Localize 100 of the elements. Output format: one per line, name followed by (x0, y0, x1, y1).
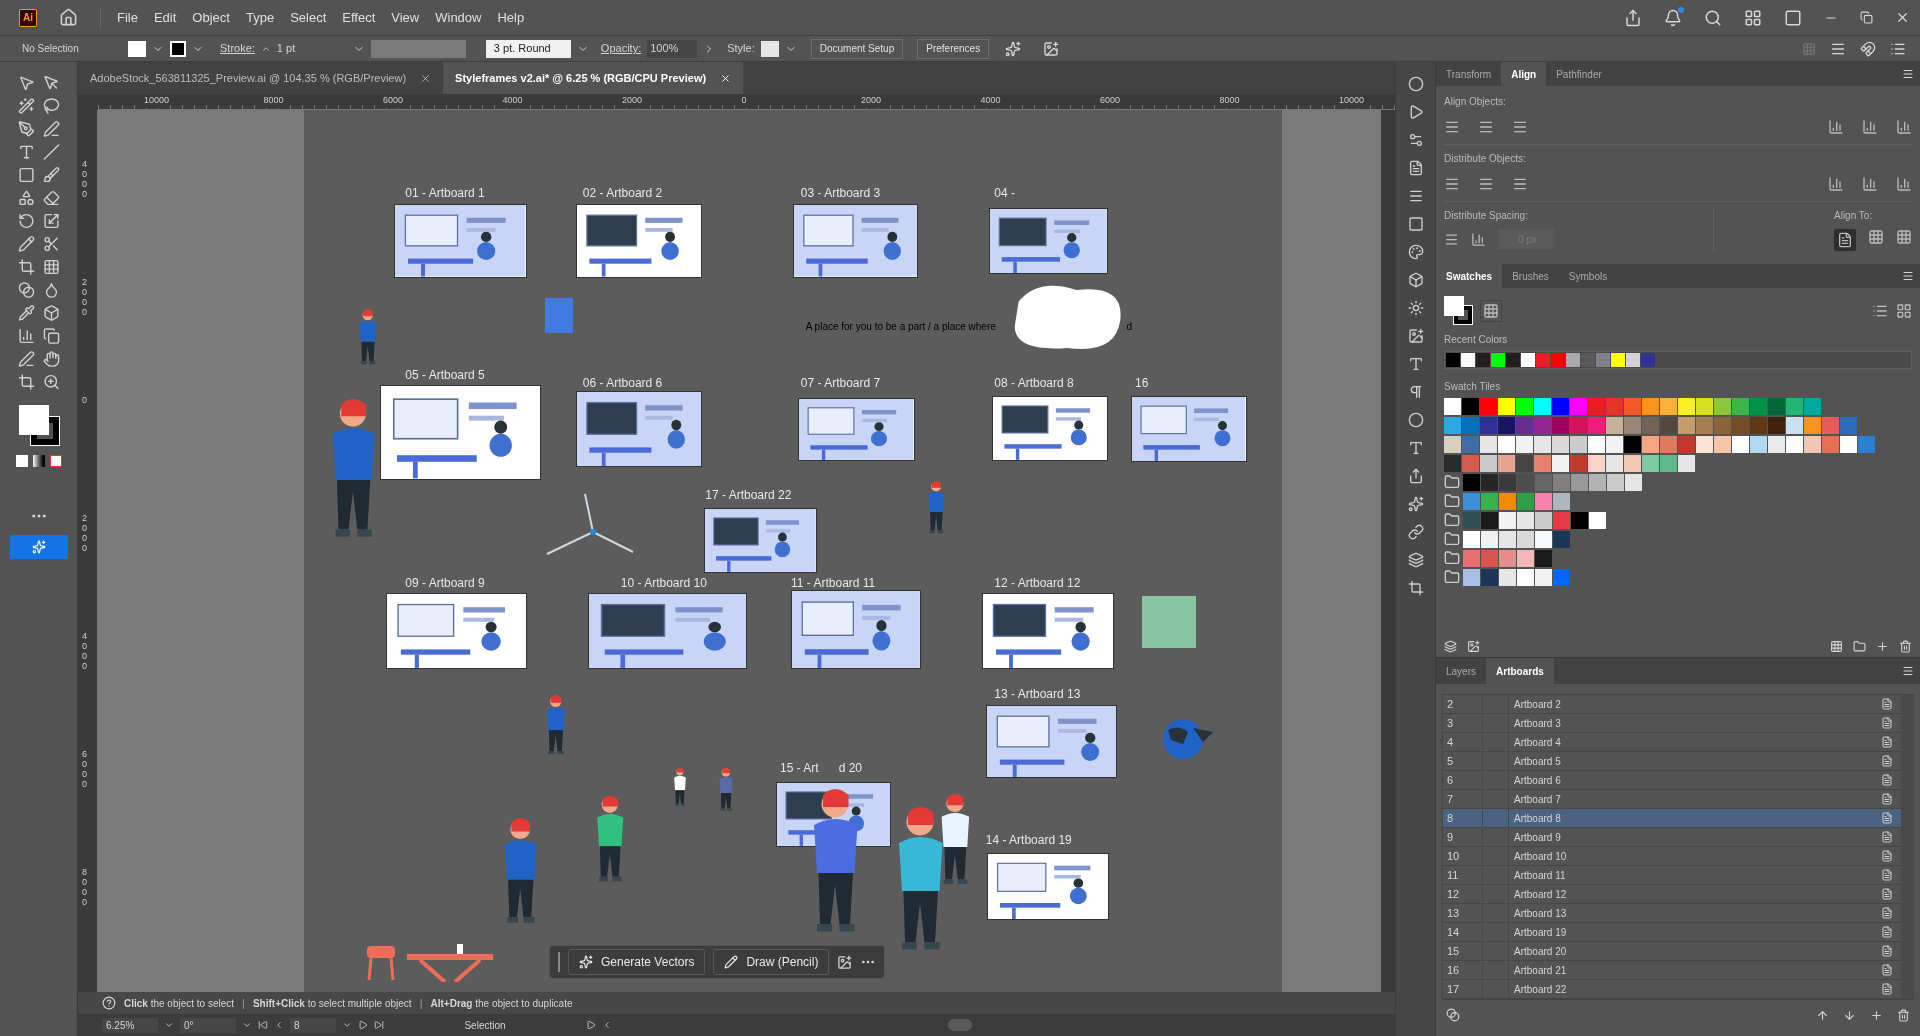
artboard-name: Artboard 7 (1513, 792, 1562, 807)
zoom-dropdown[interactable]: 6.25% (102, 1017, 158, 1033)
panel-tab[interactable]: Layers (1436, 658, 1486, 684)
hint-text: Click the object to select (124, 996, 235, 1011)
menu-item[interactable]: Edit (145, 7, 185, 28)
menu-item[interactable]: Object (184, 7, 238, 28)
artboard-label[interactable]: 09 - Artboard 9 (405, 573, 485, 592)
menu-item[interactable]: File (109, 7, 146, 28)
artboard-number: 2 (1443, 695, 1483, 713)
artboard-row[interactable]: 6 Artboard 6 (1443, 771, 1901, 790)
menu-item[interactable]: Help (489, 7, 533, 28)
brush-field[interactable]: 3 pt. Round (485, 39, 571, 58)
artboard-number: 3 (1443, 714, 1483, 732)
artboard-label-end[interactable]: d 20 (838, 760, 863, 775)
stroke-weight-field[interactable]: 1 pt (276, 40, 347, 57)
artboard-label[interactable]: 15 - Art d 20 (780, 758, 863, 777)
ruler-label: 6000 (381, 94, 404, 108)
artboard-label[interactable]: 01 - Artboard 1 (405, 184, 485, 203)
app-logo: Ai (19, 8, 37, 27)
toolbar-button[interactable]: Preferences (917, 38, 990, 59)
artboard-row[interactable]: 15 Artboard 20 (1443, 942, 1901, 961)
panel-tab[interactable]: Symbols (1558, 264, 1618, 288)
artboard-label[interactable]: 11 - Artboard 11 (791, 573, 876, 592)
rotation-dropdown[interactable]: 0° (180, 1017, 236, 1033)
artboard-row[interactable]: 9 Artboard 9 (1443, 828, 1901, 847)
panel-tab[interactable]: Artboards (1486, 658, 1554, 684)
artboard-name: Artboard 11 (1513, 868, 1567, 883)
artboard-row[interactable]: 2 Artboard 2 (1443, 695, 1901, 714)
artboard-name: Artboard 9 (1513, 830, 1562, 845)
menu-item[interactable]: Type (237, 7, 283, 28)
section-label: Recent Colors (1444, 333, 1509, 347)
artboard-row[interactable]: 17 Artboard 22 (1443, 980, 1901, 999)
artboard-number: 12 (1443, 885, 1483, 903)
artboard-number: 14 (1443, 923, 1483, 941)
artboard-name: Artboard 19 (1513, 925, 1568, 940)
artboard-number: 5 (1443, 752, 1483, 770)
menu-item[interactable]: View (383, 7, 428, 28)
artboard-label[interactable]: 02 - Artboard 2 (582, 184, 663, 203)
toolbar-button[interactable]: Document Setup (810, 38, 904, 59)
artboard-label[interactable]: 10 - Artboard 10 (620, 573, 707, 592)
ruler-label: 2000 (620, 94, 643, 108)
artboard-row[interactable]: 3 Artboard 3 (1443, 714, 1901, 733)
artboard-label[interactable]: 03 - Artboard 3 (800, 184, 881, 203)
artboard-row[interactable]: 8 Artboard 8 (1443, 809, 1901, 828)
artboard-label[interactable]: 05 - Artboard 5 (405, 365, 485, 384)
artboard-row[interactable]: 12 Artboard 12 (1443, 885, 1901, 904)
artboard-label[interactable]: 07 - Artboard 7 (800, 374, 881, 393)
ruler-label: 10000 (142, 94, 170, 108)
artboard-number: 11 (1443, 866, 1483, 884)
artboard-row[interactable]: 5 Artboard 5 (1443, 752, 1901, 771)
artboard-row[interactable]: 16 Artboard 21 (1443, 961, 1901, 980)
artboard-dropdown[interactable]: 8 (290, 1017, 336, 1033)
document-tab[interactable]: AdobeStock_563811325_Preview.ai @ 104.35 % (RGB/Preview) (78, 62, 444, 94)
artboard-label[interactable]: 16 (1135, 374, 1149, 393)
hint-text: Alt+Drag the object to duplicate (430, 996, 573, 1011)
artboard-label[interactable]: 04 - (994, 184, 1015, 203)
artboard-row[interactable]: 4 Artboard 4 (1443, 733, 1901, 752)
menu-item[interactable]: Effect (334, 7, 384, 28)
ruler-label: 2000 (859, 94, 882, 108)
artboard-row[interactable]: 11 Artboard 11 (1443, 866, 1901, 885)
artboard-name: Artboard 2 (1513, 697, 1562, 712)
artboard-number: 4 (1443, 733, 1483, 751)
panel-tab[interactable]: Align (1501, 62, 1547, 86)
artboard-name: Artboard 3 (1513, 716, 1562, 731)
style-label: Style: (727, 41, 755, 57)
artboard-number: 16 (1443, 961, 1483, 979)
artboard-label[interactable]: 12 - Artboard 12 (994, 573, 1081, 592)
separator: | (419, 995, 423, 1011)
opacity-field[interactable]: 100% (647, 39, 698, 58)
artboard-number: 6 (1443, 771, 1483, 789)
artboard-label[interactable]: 06 - Artboard 6 (582, 374, 663, 393)
menu-item[interactable]: Window (427, 7, 490, 28)
artboard-number: 17 (1443, 980, 1483, 998)
tool-status: Selection (463, 1018, 507, 1033)
artboard-name: Artboard 6 (1513, 773, 1562, 788)
artboard-label[interactable]: 17 - Artboard 22 (705, 485, 792, 504)
artboard-name: Artboard 5 (1513, 754, 1562, 769)
document-tab[interactable]: Styleframes v2.ai* @ 6.25 % (RGB/CPU Preview) (443, 62, 744, 94)
artboard-name: Artboard 13 (1513, 906, 1568, 921)
panel-tab[interactable]: Pathfinder (1546, 62, 1612, 86)
menu-item[interactable]: Select (282, 7, 335, 28)
context-button[interactable]: Draw (Pencil) (713, 949, 830, 975)
canvas-text: d (1126, 320, 1133, 335)
stroke-label[interactable]: Stroke: (220, 40, 255, 57)
artboard-name: Artboard 4 (1513, 735, 1562, 750)
panel-tab[interactable]: Transform (1436, 62, 1502, 86)
ruler-label: 6000 (82, 750, 88, 790)
ruler-label: 8000 (82, 868, 88, 908)
ruler-label: 2000 (82, 278, 88, 318)
panel-tab[interactable]: Swatches (1436, 264, 1503, 288)
artboard-name: Artboard 8 (1513, 811, 1562, 826)
context-button[interactable]: Generate Vectors (568, 949, 706, 975)
artboard-row[interactable]: 10 Artboard 10 (1443, 847, 1901, 866)
artboard-row[interactable]: 13 Artboard 13 (1443, 904, 1901, 923)
opacity-label[interactable]: Opacity: (600, 40, 642, 57)
panel-tab[interactable]: Brushes (1502, 264, 1559, 288)
artboard-label[interactable]: 13 - Artboard 13 (994, 685, 1081, 704)
artboard-row[interactable]: 14 Artboard 19 (1443, 923, 1901, 942)
artboard-label[interactable]: 08 - Artboard 8 (994, 374, 1074, 393)
artboard-label[interactable]: 14 - Artboard 19 (985, 830, 1072, 849)
